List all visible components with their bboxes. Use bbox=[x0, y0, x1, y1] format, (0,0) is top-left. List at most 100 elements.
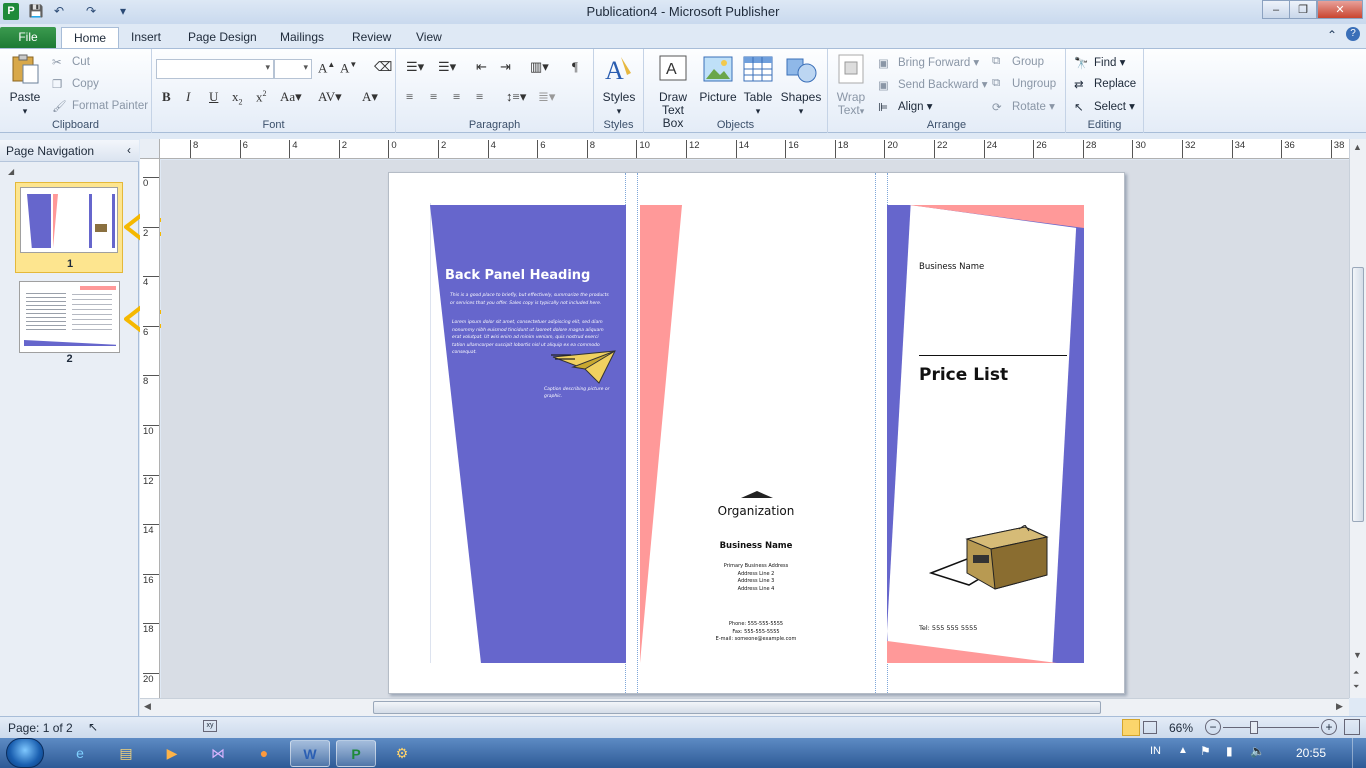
close-button[interactable]: ✕ bbox=[1317, 0, 1363, 19]
numbering-icon[interactable]: ☰▾ bbox=[438, 59, 456, 75]
scroll-right-icon[interactable]: ▶ bbox=[1336, 701, 1343, 712]
shapes-button[interactable]: Shapes ▾ bbox=[780, 53, 822, 118]
tab-file[interactable]: File bbox=[0, 27, 56, 48]
tab-mailings[interactable]: Mailings bbox=[268, 27, 336, 48]
zoom-in-icon[interactable]: + bbox=[1321, 719, 1337, 735]
bold-button[interactable]: B bbox=[162, 89, 171, 105]
wrap-text-button[interactable]: Wrap Text▾ bbox=[834, 53, 868, 118]
zoom-level[interactable]: 66% bbox=[1169, 721, 1193, 735]
tray-expand-icon[interactable]: ▲ bbox=[1178, 745, 1188, 756]
copy-button[interactable]: ❐ Copy bbox=[52, 77, 99, 91]
minimize-ribbon-icon[interactable]: ⌃ bbox=[1327, 28, 1337, 42]
columns-icon[interactable]: ▥▾ bbox=[530, 59, 549, 75]
replace-button[interactable]: ⇄ Replace bbox=[1074, 77, 1136, 91]
maximize-button[interactable]: ❐ bbox=[1289, 0, 1317, 19]
firefox-icon[interactable]: ● bbox=[244, 740, 284, 767]
back-panel-heading[interactable]: Back Panel Heading bbox=[445, 268, 590, 283]
styles-button[interactable]: A Styles ▾ bbox=[600, 53, 638, 118]
tab-view[interactable]: View bbox=[404, 27, 454, 48]
justify-icon[interactable]: ≡ bbox=[476, 89, 483, 105]
select-button[interactable]: ↖ Select ▾ bbox=[1074, 99, 1135, 114]
cut-button[interactable]: ✂ Cut bbox=[52, 55, 90, 69]
zoom-out-icon[interactable]: − bbox=[1205, 719, 1221, 735]
paste-button[interactable]: Paste ▾ bbox=[6, 53, 44, 118]
shrink-font-button[interactable]: A▼ bbox=[340, 60, 357, 76]
tab-insert[interactable]: Insert bbox=[119, 27, 173, 48]
vertical-ruler[interactable]: 0 2 4 6 8 10 12 14 16 18 20 bbox=[140, 159, 160, 698]
decrease-indent-icon[interactable]: ⇤ bbox=[476, 59, 487, 75]
align-center-icon[interactable]: ≡ bbox=[430, 89, 437, 105]
grow-font-button[interactable]: A▲ bbox=[318, 60, 335, 76]
media-player-icon[interactable]: ▶ bbox=[152, 740, 192, 767]
action-center-icon[interactable]: ⚑ bbox=[1200, 744, 1211, 758]
picture-caption[interactable]: Caption describing picture or graphic. bbox=[544, 386, 624, 400]
clock[interactable]: 20:55 bbox=[1296, 746, 1326, 760]
address-block[interactable]: Primary Business Address Address Line 2 … bbox=[689, 563, 823, 593]
back-panel-intro[interactable]: This is a good place to briefly, but eff… bbox=[450, 292, 610, 307]
organization-name[interactable]: Organization bbox=[689, 504, 823, 518]
help-icon[interactable]: ? bbox=[1346, 27, 1360, 41]
fit-page-icon[interactable] bbox=[1344, 719, 1360, 735]
scroll-left-icon[interactable]: ◀ bbox=[144, 701, 151, 712]
superscript-button[interactable]: x2 bbox=[256, 89, 267, 105]
page-thumbnail-2[interactable] bbox=[19, 281, 120, 353]
file-explorer-icon[interactable]: ▤ bbox=[106, 740, 146, 767]
middle-pink-strip[interactable] bbox=[640, 205, 682, 663]
publisher-taskbar-icon[interactable]: P bbox=[336, 740, 376, 767]
horizontal-ruler[interactable]: 8 6 4 2 0 2 4 6 8 10 12 14 16 18 20 22 24 26 28 30 32 34 36 38 bbox=[160, 139, 1350, 159]
printer-clipart-icon[interactable] bbox=[929, 525, 1051, 593]
zoom-slider-track[interactable] bbox=[1223, 727, 1319, 728]
table-button[interactable]: Table ▾ bbox=[740, 53, 776, 118]
align-right-icon[interactable]: ≡ bbox=[453, 89, 460, 105]
format-painter-button[interactable]: 🖌 Format Painter bbox=[52, 99, 148, 113]
start-button[interactable] bbox=[6, 738, 44, 768]
next-page-icon[interactable]: ⏷ bbox=[1353, 682, 1359, 692]
tab-home[interactable]: Home bbox=[61, 27, 120, 48]
single-page-view-icon[interactable] bbox=[1122, 719, 1140, 736]
internet-explorer-icon[interactable]: e bbox=[60, 740, 100, 767]
tab-page-design[interactable]: Page Design bbox=[176, 27, 269, 48]
collapse-pane-icon[interactable]: ‹ bbox=[127, 143, 131, 157]
business-name-front[interactable]: Business Name bbox=[919, 262, 984, 272]
organization-logo-icon[interactable] bbox=[739, 491, 775, 499]
page-indicator[interactable]: Page: 1 of 2 bbox=[8, 721, 73, 735]
paragraph-spacing-icon[interactable]: ≣▾ bbox=[538, 89, 555, 105]
align-left-icon[interactable]: ≡ bbox=[406, 89, 413, 105]
character-spacing-button[interactable]: AV▾ bbox=[318, 89, 342, 105]
send-backward-button[interactable]: ▣ Send Backward ▾ bbox=[878, 77, 988, 92]
bullets-icon[interactable]: ☰▾ bbox=[406, 59, 424, 75]
price-list-title[interactable]: Price List bbox=[919, 365, 1008, 385]
align-button[interactable]: ⊫ Align ▾ bbox=[878, 99, 933, 114]
horizontal-scrollbar[interactable]: ◀ ▶ bbox=[140, 698, 1349, 716]
word-icon[interactable]: W bbox=[290, 740, 330, 767]
font-name-combo[interactable]: ▾ bbox=[156, 59, 274, 79]
ungroup-button[interactable]: ⧉ Ungroup bbox=[992, 77, 1056, 91]
increase-indent-icon[interactable]: ⇥ bbox=[500, 59, 511, 75]
rotate-button[interactable]: ⟳ Rotate ▾ bbox=[992, 99, 1055, 114]
vertical-scroll-thumb[interactable] bbox=[1352, 267, 1364, 522]
network-icon[interactable]: ▮ bbox=[1226, 744, 1233, 758]
show-desktop-button[interactable] bbox=[1352, 738, 1366, 768]
horizontal-scroll-thumb[interactable] bbox=[373, 701, 1101, 714]
previous-page-icon[interactable]: ⏶ bbox=[1353, 668, 1359, 678]
line-spacing-icon[interactable]: ↕≡▾ bbox=[506, 89, 526, 105]
underline-button[interactable]: U bbox=[209, 89, 218, 105]
font-size-combo[interactable]: ▾ bbox=[274, 59, 312, 79]
two-page-view-icon[interactable] bbox=[1143, 721, 1157, 734]
contact-block[interactable]: Phone: 555-555-5555 Fax: 555-555-5555 E-… bbox=[689, 621, 823, 644]
page-thumbnail-1-selected[interactable]: 1 bbox=[15, 182, 123, 273]
bring-forward-button[interactable]: ▣ Bring Forward ▾ bbox=[878, 55, 979, 70]
zoom-slider-thumb[interactable] bbox=[1250, 721, 1258, 734]
network-tool-icon[interactable]: ⚙ bbox=[382, 740, 422, 767]
section-collapse-icon[interactable]: ◢ bbox=[8, 167, 14, 176]
font-color-button[interactable]: A▾ bbox=[362, 89, 378, 105]
group-button[interactable]: ⧉ Group bbox=[992, 55, 1044, 69]
subscript-button[interactable]: x2 bbox=[232, 89, 243, 107]
volume-icon[interactable]: 🔈 bbox=[1250, 744, 1265, 758]
publication-page[interactable]: Back Panel Heading This is a good place … bbox=[388, 172, 1125, 694]
minimize-button[interactable]: – bbox=[1262, 0, 1290, 19]
paper-airplane-icon[interactable] bbox=[551, 349, 617, 385]
vertical-scrollbar[interactable]: ▲ ▼ ⏶ ⏷ bbox=[1349, 139, 1366, 698]
scroll-up-icon[interactable]: ▲ bbox=[1353, 142, 1362, 152]
change-case-button[interactable]: Aa▾ bbox=[280, 89, 302, 105]
